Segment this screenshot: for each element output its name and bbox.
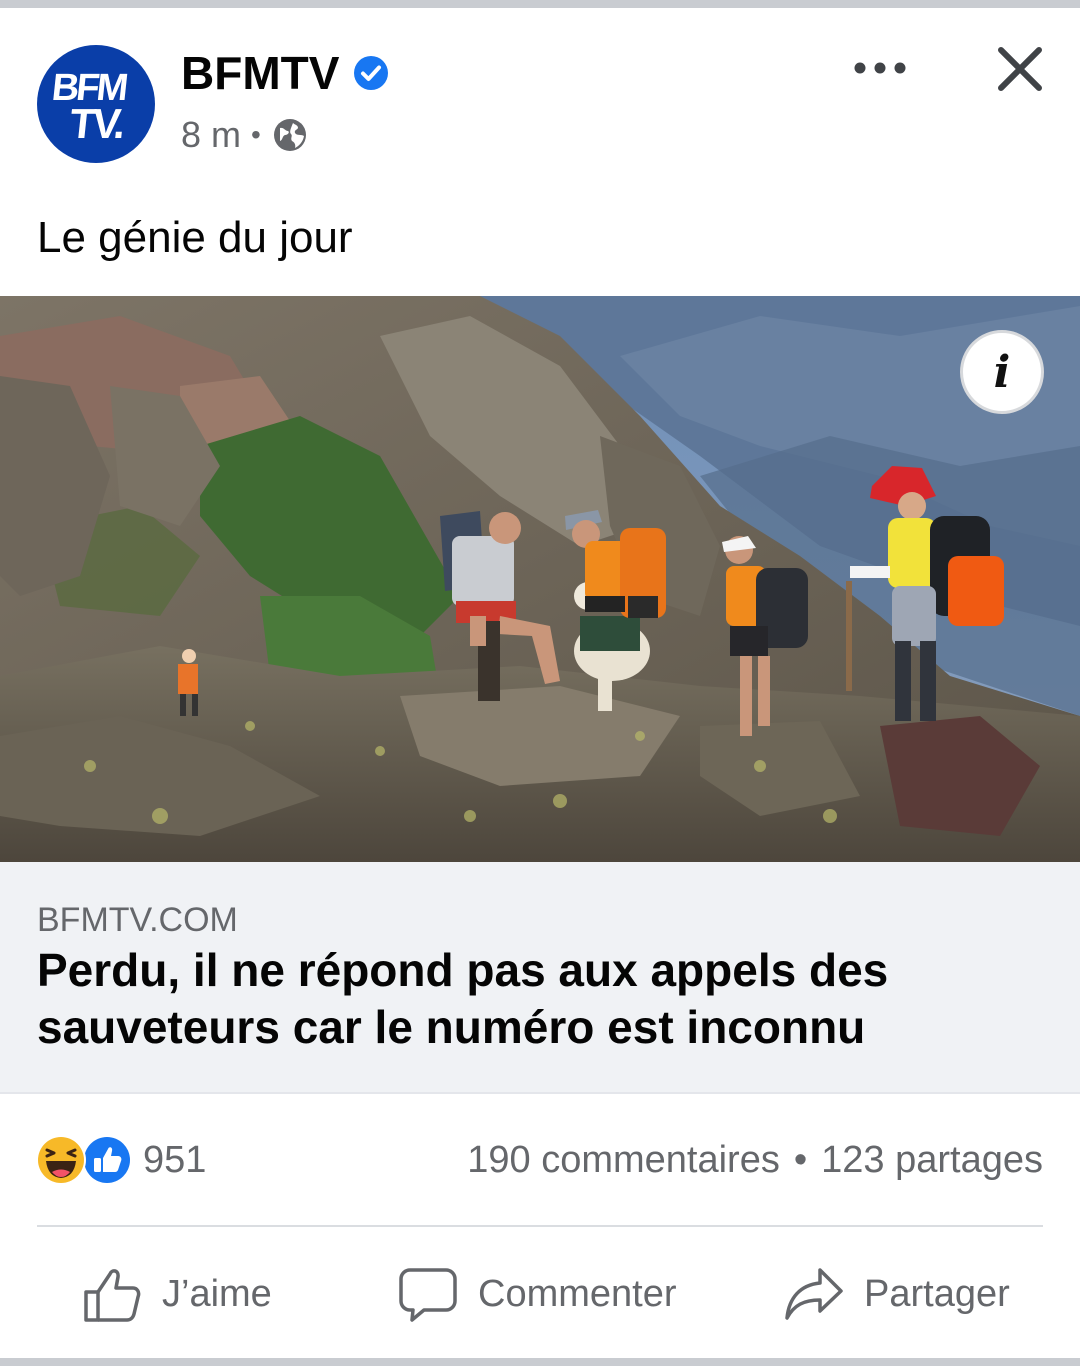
- close-icon[interactable]: [996, 46, 1044, 92]
- post-time[interactable]: 8 m: [181, 113, 241, 157]
- share-label: Partager: [864, 1272, 1010, 1315]
- info-button[interactable]: i: [960, 330, 1044, 414]
- meta-separator: •: [251, 119, 261, 150]
- post-caption: Le génie du jour: [37, 213, 353, 262]
- like-icon: [82, 1135, 132, 1185]
- shares-count[interactable]: 123 partages: [821, 1136, 1043, 1184]
- divider: [37, 1225, 1043, 1227]
- thumbs-up-icon: [84, 1269, 141, 1322]
- like-label: J’aime: [162, 1272, 272, 1315]
- stats-separator: •: [793, 1139, 808, 1181]
- avatar[interactable]: BFM TV.: [37, 45, 155, 163]
- engagement-stats: 190 commentaires • 123 partages: [467, 1136, 1043, 1184]
- mountain-hikers-image: [0, 296, 1080, 862]
- link-title[interactable]: Perdu, il ne répond pas aux appels des s…: [37, 942, 1047, 1056]
- comment-bubble-icon: [399, 1268, 457, 1322]
- comments-count[interactable]: 190 commentaires: [467, 1136, 780, 1184]
- reaction-count: 951: [143, 1138, 207, 1181]
- verified-badge-icon: [354, 56, 388, 90]
- bottom-edge: [0, 1358, 1080, 1366]
- link-preview-image[interactable]: [0, 296, 1080, 862]
- comment-button[interactable]: Commenter: [398, 1262, 677, 1326]
- like-button[interactable]: J’aime: [82, 1262, 272, 1326]
- share-button[interactable]: Partager: [784, 1262, 1010, 1326]
- share-arrow-icon: [785, 1268, 843, 1320]
- top-edge: [0, 0, 1080, 8]
- more-options-icon[interactable]: [850, 56, 910, 80]
- reactions-summary[interactable]: 951: [35, 1134, 206, 1186]
- avatar-logo-line2: TV.: [67, 100, 126, 147]
- post-meta: 8 m •: [181, 113, 309, 157]
- link-domain: BFMTV.COM: [37, 901, 238, 939]
- globe-icon: [273, 119, 306, 151]
- comment-label: Commenter: [478, 1272, 677, 1315]
- page-name[interactable]: BFMTV: [181, 46, 339, 100]
- haha-icon: [36, 1135, 86, 1185]
